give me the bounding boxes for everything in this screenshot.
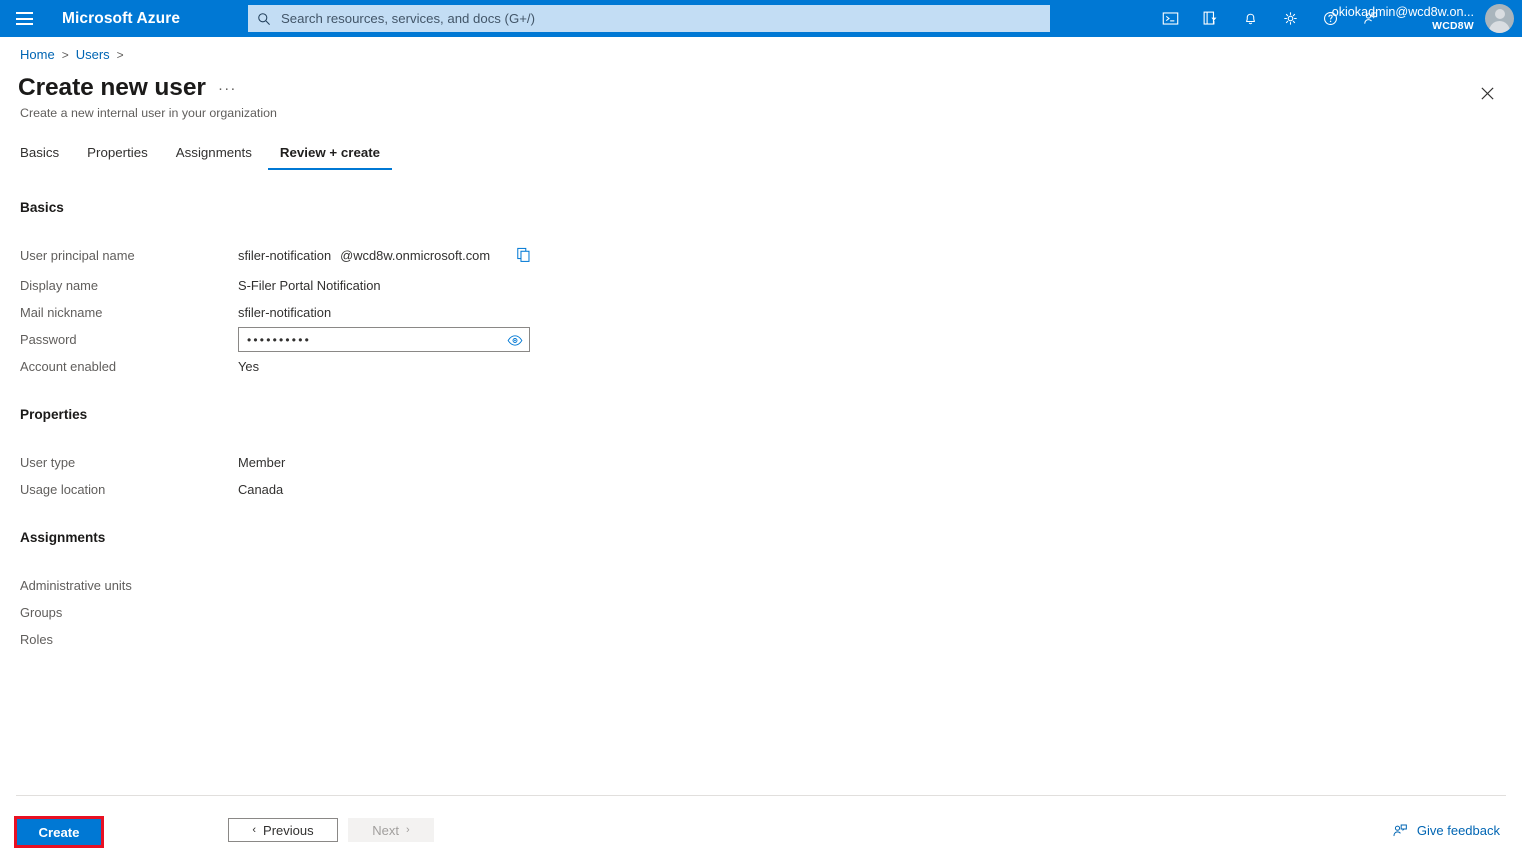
- label-display-name: Display name: [20, 278, 99, 293]
- breadcrumb-item-users[interactable]: Users: [76, 47, 110, 62]
- breadcrumb-item-home[interactable]: Home: [20, 47, 55, 62]
- label-usage-location: Usage location: [20, 482, 106, 497]
- label-user-type: User type: [20, 455, 76, 470]
- section-heading-assignments: Assignments: [20, 530, 106, 545]
- row-display-name: Display name S-Filer Portal Notification: [20, 278, 920, 299]
- page-title: Create new user: [18, 74, 206, 101]
- search-icon: [258, 12, 270, 25]
- azure-brand-title[interactable]: Microsoft Azure: [62, 10, 180, 28]
- tab-assignments[interactable]: Assignments: [162, 145, 266, 170]
- page-subtitle: Create a new internal user in your organ…: [20, 106, 277, 120]
- user-avatar[interactable]: [1485, 4, 1514, 33]
- breadcrumb-separator: >: [61, 47, 69, 62]
- breadcrumb-separator: >: [116, 47, 124, 62]
- close-icon[interactable]: [1474, 80, 1500, 106]
- row-groups: Groups: [20, 605, 920, 626]
- copy-icon[interactable]: [515, 246, 533, 264]
- label-password: Password: [20, 332, 77, 347]
- notifications-bell-icon[interactable]: [1230, 0, 1270, 37]
- row-user-principal-name: User principal name sfiler-notification @…: [20, 246, 920, 269]
- upn-local-part: sfiler-notification: [238, 248, 332, 263]
- create-button-highlight: Create: [14, 816, 104, 848]
- give-feedback-label: Give feedback: [1416, 823, 1500, 838]
- row-administrative-units: Administrative units: [20, 578, 920, 599]
- row-usage-location: Usage location Canada: [20, 482, 920, 503]
- previous-button[interactable]: ‹ Previous: [228, 818, 338, 842]
- label-administrative-units: Administrative units: [20, 578, 132, 593]
- password-field[interactable]: ••••••••••: [238, 327, 530, 352]
- chevron-left-icon: ‹: [252, 823, 257, 836]
- account-email: okiokadmin@wcd8w.on...: [1331, 4, 1474, 19]
- account-org: WCD8W: [1432, 20, 1474, 32]
- label-mail-nickname: Mail nickname: [20, 305, 103, 320]
- settings-gear-icon[interactable]: [1270, 0, 1310, 37]
- next-button: Next ›: [348, 818, 434, 842]
- label-groups: Groups: [20, 605, 63, 620]
- row-roles: Roles: [20, 632, 920, 653]
- eye-icon[interactable]: [506, 332, 523, 349]
- search-input[interactable]: [279, 10, 1041, 27]
- account-info[interactable]: okiokadmin@wcd8w.on... WCD8W: [1332, 0, 1478, 37]
- previous-button-label: Previous: [263, 822, 314, 838]
- feedback-person-icon: [1393, 824, 1407, 837]
- breadcrumb: Home > Users >: [20, 47, 124, 62]
- value-user-principal-name: sfiler-notification @wcd8w.onmicrosoft.co…: [238, 248, 490, 263]
- row-account-enabled: Account enabled Yes: [20, 359, 920, 380]
- azure-top-header: Microsoft Azure Search resources, servic…: [0, 0, 1522, 37]
- tab-properties[interactable]: Properties: [73, 145, 162, 170]
- label-user-principal-name: User principal name: [20, 248, 135, 263]
- tab-basics[interactable]: Basics: [18, 145, 73, 170]
- hamburger-menu-icon[interactable]: [0, 0, 48, 37]
- row-user-type: User type Member: [20, 455, 920, 476]
- value-display-name: S-Filer Portal Notification: [238, 278, 381, 293]
- value-account-enabled: Yes: [238, 359, 260, 374]
- value-usage-location: Canada: [238, 482, 284, 497]
- wizard-tabs: Basics Properties Assignments Review + c…: [18, 145, 394, 170]
- directories-subscriptions-icon[interactable]: [1190, 0, 1230, 37]
- label-account-enabled: Account enabled: [20, 359, 117, 374]
- value-mail-nickname: sfiler-notification: [238, 305, 332, 320]
- upn-domain-part: @wcd8w.onmicrosoft.com: [340, 248, 491, 263]
- cloud-shell-icon[interactable]: [1150, 0, 1190, 37]
- more-options-icon[interactable]: ···: [218, 81, 237, 96]
- next-button-label: Next: [372, 822, 400, 838]
- password-masked-value: ••••••••••: [247, 332, 312, 347]
- give-feedback-link[interactable]: Give feedback: [1392, 823, 1500, 838]
- footer-divider: [16, 795, 1506, 796]
- value-user-type: Member: [238, 455, 286, 470]
- chevron-right-icon: ›: [406, 823, 410, 836]
- global-search-box[interactable]: [248, 5, 1050, 32]
- create-button[interactable]: Create: [17, 819, 101, 845]
- section-heading-properties: Properties: [20, 407, 88, 422]
- label-roles: Roles: [20, 632, 53, 647]
- tab-review-create[interactable]: Review + create: [266, 145, 394, 170]
- row-mail-nickname: Mail nickname sfiler-notification: [20, 305, 920, 326]
- section-heading-basics: Basics: [20, 200, 64, 215]
